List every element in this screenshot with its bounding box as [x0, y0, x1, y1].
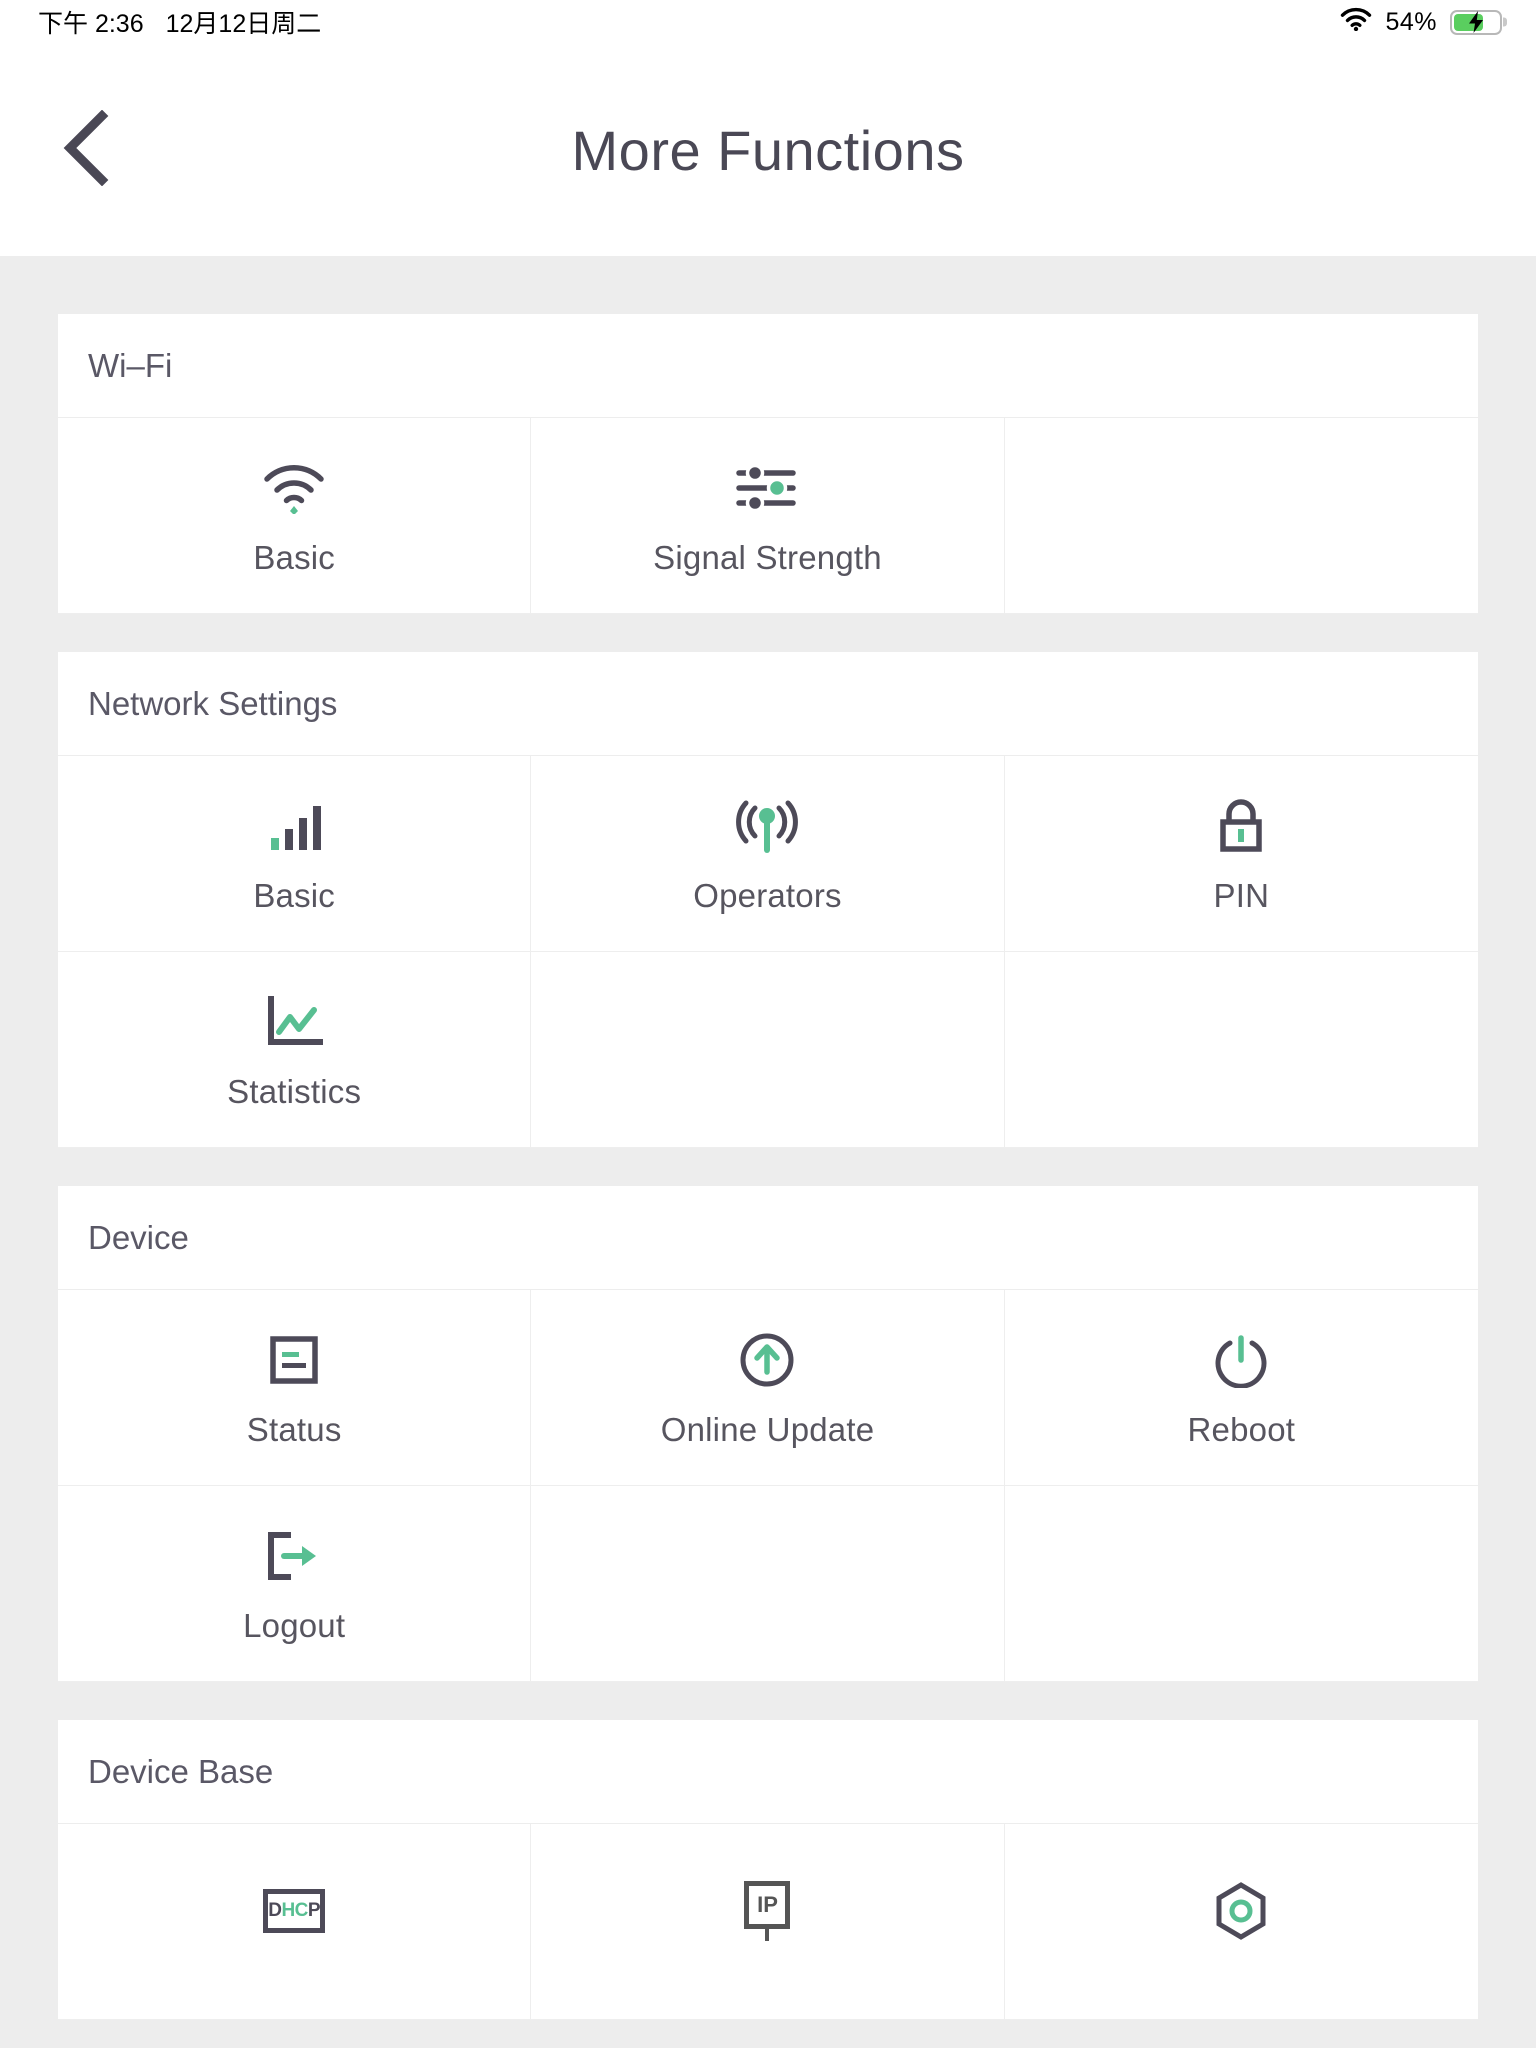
section-card-device: Device Status Online Update Reboot Logou…: [58, 1186, 1478, 1682]
tile-device-reboot[interactable]: Reboot: [1004, 1290, 1478, 1486]
document-lines-icon: [269, 1329, 319, 1391]
dhcp-icon: DHCP: [263, 1880, 326, 1942]
tile-device-logout[interactable]: Logout: [58, 1486, 532, 1682]
section-title-network-settings: Network Settings: [58, 652, 1478, 756]
status-bar-right: 54%: [1340, 7, 1502, 38]
tile-empty: [531, 1486, 1005, 1682]
tile-label: PIN: [1213, 877, 1270, 914]
tile-grid-device: Status Online Update Reboot Logout: [58, 1290, 1478, 1682]
lock-icon: [1214, 795, 1268, 857]
arrow-up-circle-icon: [739, 1329, 795, 1391]
tile-wifi-signal-strength[interactable]: Signal Strength: [531, 418, 1005, 614]
tile-device-base-advanced[interactable]: [1004, 1824, 1478, 2020]
tile-label: Status: [246, 1411, 342, 1448]
tile-network-basic[interactable]: Basic: [58, 756, 532, 952]
logout-arrow-icon: [264, 1525, 324, 1587]
sliders-icon: [735, 457, 799, 519]
tile-empty: [1004, 418, 1478, 614]
tile-device-base-dhcp[interactable]: DHCP: [58, 1824, 532, 2020]
tile-label: Logout: [243, 1607, 346, 1644]
page-title: More Functions: [571, 118, 965, 182]
section-title-wifi: Wi–Fi: [58, 314, 1478, 418]
tile-grid-device-base: DHCP IP: [58, 1824, 1478, 2020]
charging-bolt-icon: [1469, 11, 1483, 33]
section-card-device-base: Device Base DHCP IP: [58, 1720, 1478, 2020]
tile-network-operators[interactable]: Operators: [531, 756, 1005, 952]
wifi-icon: [1340, 7, 1372, 38]
status-bar: 下午 2:36 12月12日周二 54%: [0, 0, 1536, 44]
tile-device-status[interactable]: Status: [58, 1290, 532, 1486]
ip-icon: IP: [744, 1880, 791, 1942]
tile-label: Signal Strength: [653, 539, 882, 576]
tile-label: Online Update: [660, 1411, 875, 1448]
back-button[interactable]: [40, 104, 132, 196]
hexagon-icon: [1213, 1880, 1269, 1942]
tile-label: Operators: [693, 877, 842, 914]
status-date: 12月12日周二: [165, 10, 322, 38]
status-time: 下午 2:36: [38, 10, 144, 38]
tile-label: Statistics: [227, 1073, 362, 1110]
tile-empty: [1004, 1486, 1478, 1682]
section-title-device-base: Device Base: [58, 1720, 1478, 1824]
section-card-network-settings: Network Settings Basic Operators PIN Sta…: [58, 652, 1478, 1148]
tile-label: Basic: [253, 877, 336, 914]
main-content: Wi–Fi Basic Signal Strength Network Sett…: [0, 314, 1536, 2020]
power-icon: [1213, 1329, 1269, 1391]
status-bar-left: 下午 2:36 12月12日周二: [38, 4, 321, 40]
tile-empty: [531, 952, 1005, 1148]
tile-network-pin[interactable]: PIN: [1004, 756, 1478, 952]
tile-label: Reboot: [1187, 1411, 1296, 1448]
line-chart-icon: [264, 991, 324, 1053]
tile-grid-network-settings: Basic Operators PIN Statistics: [58, 756, 1478, 1148]
tile-device-online-update[interactable]: Online Update: [531, 1290, 1005, 1486]
antenna-icon: [736, 795, 799, 857]
battery-icon: [1450, 9, 1502, 35]
nav-header: More Functions: [0, 44, 1536, 256]
section-card-wifi: Wi–Fi Basic Signal Strength: [58, 314, 1478, 614]
tile-grid-wifi: Basic Signal Strength: [58, 418, 1478, 614]
tile-label: Basic: [253, 539, 336, 576]
chevron-left-icon: [60, 109, 112, 191]
tile-empty: [1004, 952, 1478, 1148]
battery-percent-label: 54%: [1385, 7, 1437, 36]
signal-bars-icon: [265, 795, 323, 857]
tile-wifi-basic[interactable]: Basic: [58, 418, 532, 614]
section-title-device: Device: [58, 1186, 1478, 1290]
wifi-icon: [263, 457, 325, 519]
tile-device-base-ip[interactable]: IP: [531, 1824, 1005, 2020]
tile-network-statistics[interactable]: Statistics: [58, 952, 532, 1148]
